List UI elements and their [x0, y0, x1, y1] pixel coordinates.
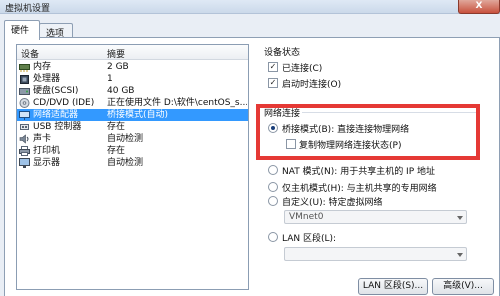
title-bar [0, 0, 500, 14]
connect-at-power-on-checkbox[interactable]: ✓ [268, 78, 278, 88]
device-summary: 40 GB [107, 86, 135, 96]
device-summary: 自动检测 [107, 158, 144, 168]
chevron-down-icon [457, 216, 463, 220]
device-row-usb[interactable]: USB 控制器 存在 [17, 121, 248, 133]
custom-label[interactable]: 自定义(U): 特定虚拟网络 [282, 195, 383, 208]
advanced-button[interactable]: 高级(V)... [432, 278, 494, 295]
device-summary: 正在使用文件 D:\软件\centOS_s... [107, 98, 247, 108]
device-summary: 1 [107, 74, 113, 84]
nat-label[interactable]: NAT 模式(N): 用于共享主机的 IP 地址 [282, 164, 435, 177]
device-row-processor[interactable]: 处理器 1 [17, 73, 248, 85]
chevron-down-icon [457, 253, 463, 257]
close-button[interactable]: X [458, 0, 500, 14]
device-label: CD/DVD (IDE) [33, 98, 95, 108]
device-list-header [17, 45, 248, 60]
device-row-monitor[interactable]: 显示器 自动检测 [17, 157, 248, 169]
window-title: 虚拟机设置 [5, 4, 51, 14]
device-label: 打印机 [33, 146, 61, 156]
network-adapter-icon [19, 111, 30, 120]
device-label: 硬盘(SCSI) [33, 86, 79, 96]
device-row-network-adapter[interactable]: 网络适配器 桥接模式(自动) [17, 109, 248, 121]
device-summary: 存在 [107, 146, 126, 156]
vmnet-select-value: VMnet0 [289, 212, 324, 222]
device-label: 声卡 [33, 134, 52, 144]
lan-segment-select[interactable] [284, 247, 467, 261]
tab-hardware[interactable]: 硬件 [4, 20, 40, 40]
sound-card-icon [19, 134, 29, 144]
device-label: 显示器 [33, 158, 61, 168]
device-row-sound-card[interactable]: 声卡 自动检测 [17, 133, 248, 145]
host-only-radio[interactable] [268, 182, 278, 192]
device-row-cd-dvd[interactable]: CD/DVD (IDE) 正在使用文件 D:\软件\centOS_s... [17, 97, 248, 109]
device-label: 内存 [33, 62, 52, 72]
printer-icon [19, 146, 30, 156]
lan-segments-button[interactable]: LAN 区段(S)... [358, 278, 428, 295]
highlight-box [256, 104, 480, 160]
device-label: 网络适配器 [33, 110, 79, 120]
device-row-memory[interactable]: 内存 2 GB [17, 61, 248, 73]
hard-disk-icon [19, 88, 30, 95]
device-label: USB 控制器 [33, 122, 82, 132]
lan-segment-label[interactable]: LAN 区段(L): [282, 231, 336, 244]
monitor-icon [19, 158, 30, 168]
memory-icon [19, 64, 30, 72]
vmnet-select[interactable]: VMnet0 [284, 210, 467, 224]
device-summary: 桥接模式(自动) [107, 110, 169, 120]
usb-icon [20, 124, 29, 130]
cd-dvd-icon [19, 98, 30, 108]
device-status-label: 设备状态 [264, 48, 301, 58]
custom-radio[interactable] [268, 196, 278, 206]
processor-icon [20, 75, 29, 84]
device-summary: 存在 [107, 122, 126, 132]
connected-label[interactable]: 已连接(C) [282, 61, 322, 74]
connect-at-power-on-label[interactable]: 启动时连接(O) [282, 77, 341, 90]
device-summary: 2 GB [107, 62, 129, 72]
device-row-hard-disk[interactable]: 硬盘(SCSI) 40 GB [17, 85, 248, 97]
device-label: 处理器 [33, 74, 61, 84]
host-only-label[interactable]: 仅主机模式(H): 与主机共享的专用网络 [282, 181, 437, 194]
lan-segment-radio[interactable] [268, 232, 278, 242]
device-summary: 自动检测 [107, 134, 144, 144]
column-header-device[interactable]: 设备 [21, 47, 39, 60]
device-row-printer[interactable]: 打印机 存在 [17, 145, 248, 157]
nat-radio[interactable] [268, 165, 278, 175]
connected-checkbox[interactable]: ✓ [268, 62, 278, 72]
column-header-summary[interactable]: 摘要 [107, 47, 125, 60]
